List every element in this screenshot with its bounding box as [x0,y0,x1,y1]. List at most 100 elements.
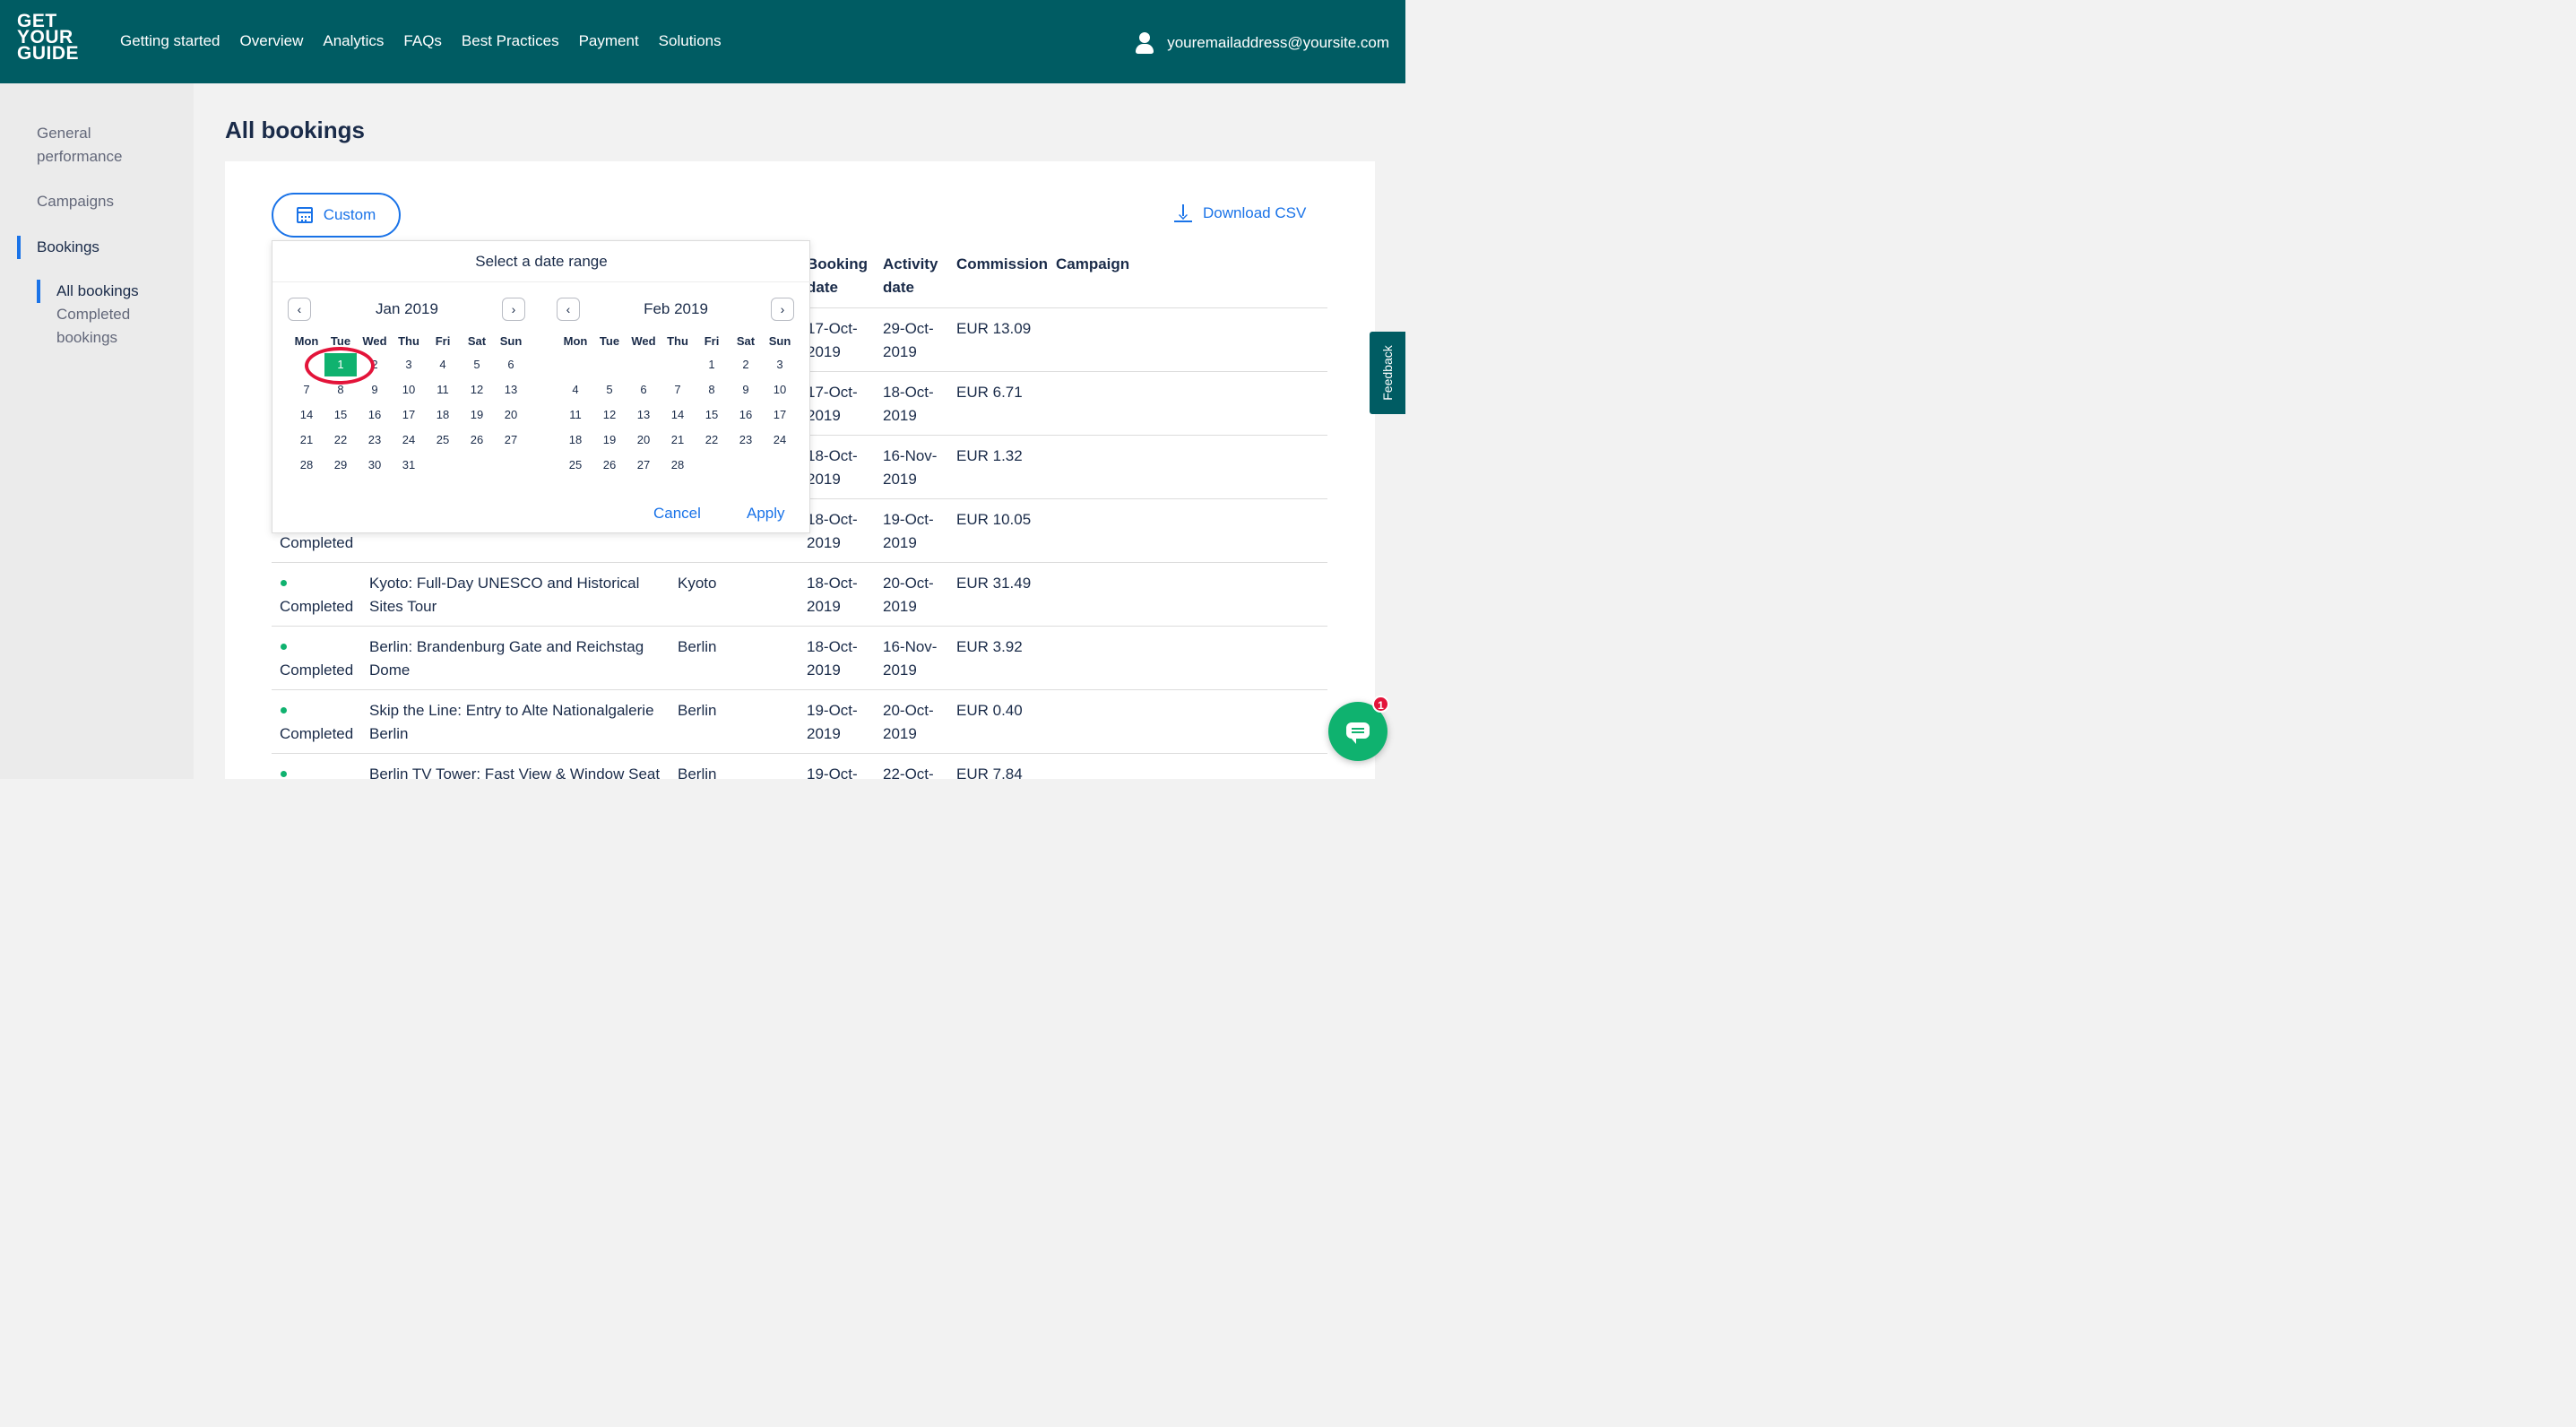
calendar-day[interactable]: 15 [695,403,729,427]
calendar-day[interactable]: 17 [763,403,797,427]
table-row[interactable]: Completed Skip the Line: Entry to Alte N… [272,689,1327,753]
feedback-tab[interactable]: Feedback [1370,332,1405,414]
calendar-day[interactable]: 5 [460,353,494,376]
calendar-day[interactable]: 18 [426,403,460,427]
calendar-day[interactable]: 19 [592,428,627,452]
calendar-day[interactable]: 14 [290,403,324,427]
calendar-day[interactable]: 6 [494,353,528,376]
calendar-day[interactable]: 3 [763,353,797,376]
column-header-booking-date[interactable]: Booking date [807,253,869,299]
calendar-day-selected[interactable]: 1 [324,353,357,376]
calendar-day[interactable]: 14 [661,403,695,427]
calendar-day[interactable]: 15 [324,403,358,427]
nav-best-practices[interactable]: Best Practices [462,32,559,50]
table-row[interactable]: Completed Berlin: Brandenburg Gate and R… [272,626,1327,689]
calendar-day[interactable]: 16 [729,403,763,427]
calendar-day[interactable]: 10 [392,378,426,402]
activity-cell[interactable]: Berlin TV Tower: Fast View & Window Seat [369,763,660,779]
nav-overview[interactable]: Overview [240,32,304,50]
nav-payment[interactable]: Payment [579,32,639,50]
calendar-day[interactable]: 17 [392,403,426,427]
calendar-day[interactable]: 22 [324,428,358,452]
calendar-day[interactable]: 24 [392,428,426,452]
calendar-day[interactable]: 6 [627,378,661,402]
calendar-day[interactable]: 23 [358,428,392,452]
activity-cell[interactable]: Kyoto: Full-Day UNESCO and Historical Si… [369,572,656,618]
apply-button[interactable]: Apply [747,505,785,523]
calendar-day[interactable]: 12 [460,378,494,402]
column-header-campaign[interactable]: Campaign [1056,253,1129,276]
user-menu[interactable]: youremailaddress@yoursite.com [1135,32,1389,54]
calendar-day[interactable]: 22 [695,428,729,452]
commission-cell: EUR 13.09 [956,320,1032,337]
calendar-day[interactable]: 31 [392,454,426,477]
nav-analytics[interactable]: Analytics [323,32,384,50]
calendar-day[interactable]: 2 [358,353,392,376]
calendar-day[interactable]: 8 [695,378,729,402]
calendar-day[interactable]: 12 [592,403,627,427]
calendar-day[interactable]: 25 [558,454,592,477]
table-row[interactable]: Completed Kyoto: Full-Day UNESCO and His… [272,562,1327,626]
sidebar-item-completed-bookings[interactable]: Completed bookings [56,303,173,350]
calendar-day[interactable]: 4 [426,353,460,376]
calendar-day[interactable]: 8 [324,378,358,402]
calendar-day[interactable]: 7 [661,378,695,402]
next-month-button[interactable]: › [502,298,525,321]
column-header-activity-date[interactable]: Activity date [883,253,946,299]
sidebar-item-all-bookings[interactable]: All bookings [56,280,173,303]
sidebar-item-general-performance[interactable]: General performance [37,122,171,169]
calendar-day[interactable]: 2 [729,353,763,376]
calendar-day[interactable]: 20 [627,428,661,452]
calendar-day[interactable]: 27 [627,454,661,477]
nav-getting-started[interactable]: Getting started [120,32,220,50]
calendar-day[interactable]: 26 [592,454,627,477]
calendar-day[interactable]: 28 [661,454,695,477]
table-row[interactable]: Berlin TV Tower: Fast View & Window Seat… [272,753,1327,779]
weekday-label: Sat [736,334,756,348]
calendar-day[interactable]: 11 [426,378,460,402]
activity-date-cell: 22-Oct- [883,765,934,779]
sidebar-sub-active-indicator [37,280,40,303]
calendar-day[interactable]: 18 [558,428,592,452]
calendar-day[interactable]: 13 [627,403,661,427]
calendar-day[interactable]: 26 [460,428,494,452]
calendar-day[interactable]: 1 [695,353,729,376]
calendar-day[interactable]: 5 [592,378,627,402]
date-range-button[interactable]: Custom [272,193,401,238]
calendar-day[interactable]: 9 [358,378,392,402]
prev-month-button[interactable]: ‹ [557,298,580,321]
calendar-day[interactable]: 3 [392,353,426,376]
nav-solutions[interactable]: Solutions [659,32,722,50]
calendar-day[interactable]: 11 [558,403,592,427]
calendar-day[interactable]: 10 [763,378,797,402]
calendar-day[interactable]: 25 [426,428,460,452]
calendar-day[interactable]: 9 [729,378,763,402]
calendar-day[interactable]: 21 [661,428,695,452]
next-month-button[interactable]: › [771,298,794,321]
activity-cell[interactable]: Skip the Line: Entry to Alte Nationalgal… [369,699,665,746]
nav-faqs[interactable]: FAQs [403,32,442,50]
calendar-day[interactable]: 4 [558,378,592,402]
calendar-day[interactable]: 20 [494,403,528,427]
calendar-day[interactable]: 19 [460,403,494,427]
activity-cell[interactable]: Berlin: Brandenburg Gate and Reichstag D… [369,636,656,682]
brand-logo[interactable]: GET YOUR GUIDE [17,12,85,63]
calendar-day[interactable]: 13 [494,378,528,402]
calendar-day[interactable]: 29 [324,454,358,477]
calendar-day[interactable]: 28 [290,454,324,477]
column-header-commission[interactable]: Commission [956,253,1048,276]
cancel-button[interactable]: Cancel [653,505,701,523]
calendar-day[interactable]: 27 [494,428,528,452]
calendar-day[interactable]: 23 [729,428,763,452]
calendar-day[interactable]: 16 [358,403,392,427]
prev-month-button[interactable]: ‹ [288,298,311,321]
calendar-day[interactable]: 21 [290,428,324,452]
main-menu: Getting started Overview Analytics FAQs … [120,32,722,50]
calendar-day[interactable]: 24 [763,428,797,452]
sidebar-item-bookings[interactable]: Bookings [37,236,171,259]
sidebar-item-campaigns[interactable]: Campaigns [37,190,171,213]
calendar-day[interactable]: 30 [358,454,392,477]
activity-date-cell: 29-Oct-2019 [883,320,934,360]
download-csv-link[interactable]: Download CSV [1174,204,1306,222]
calendar-day[interactable]: 7 [290,378,324,402]
